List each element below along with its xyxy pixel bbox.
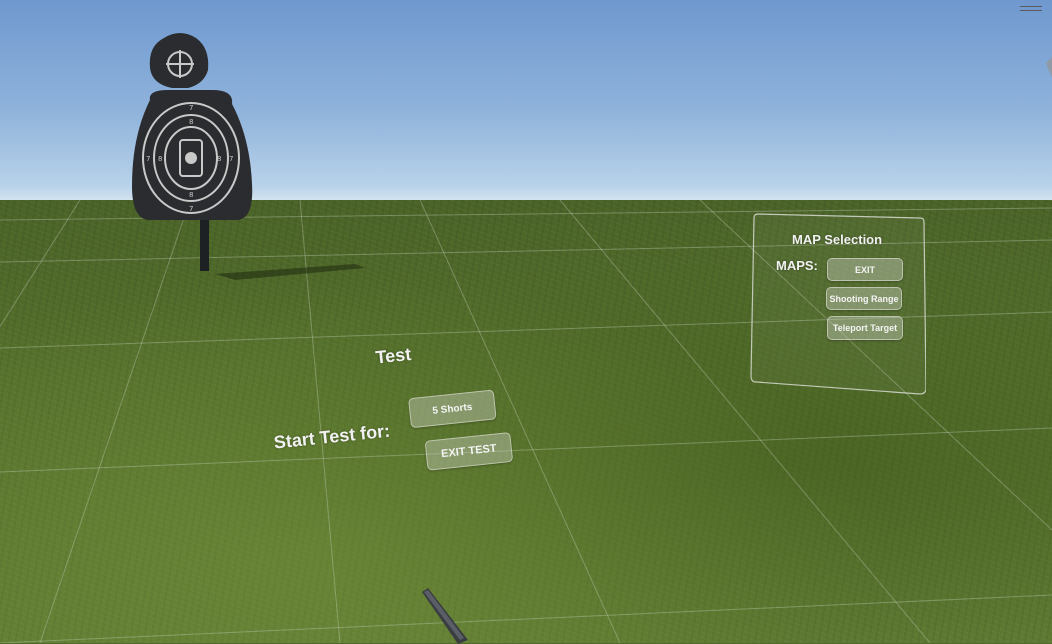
test-panel: Test Start Test for: 5 Shorts EXIT TEST bbox=[264, 324, 538, 500]
hamburger-menu-icon[interactable] bbox=[1020, 6, 1042, 14]
shooting-range-button[interactable]: Shooting Range bbox=[826, 287, 902, 310]
svg-text:8: 8 bbox=[217, 155, 221, 163]
svg-text:8: 8 bbox=[158, 155, 162, 163]
start-test-label: Start Test for: bbox=[272, 420, 392, 453]
map-exit-button[interactable]: EXIT bbox=[827, 258, 903, 281]
five-shots-button[interactable]: 5 Shorts bbox=[408, 389, 497, 429]
teleport-target-button[interactable]: Teleport Target bbox=[827, 316, 903, 340]
map-selection-title: MAP Selection bbox=[792, 232, 883, 247]
map-selection-panel: MAP Selection MAPS: EXIT Shooting Range … bbox=[750, 210, 926, 396]
svg-text:8: 8 bbox=[189, 118, 193, 126]
target-shadow bbox=[215, 264, 365, 280]
test-title: Test bbox=[374, 343, 413, 368]
svg-text:7: 7 bbox=[189, 104, 193, 112]
vr-controller-pointer bbox=[422, 588, 468, 644]
svg-text:7: 7 bbox=[189, 205, 193, 213]
svg-text:7: 7 bbox=[229, 155, 233, 163]
svg-text:7: 7 bbox=[146, 155, 150, 163]
shooting-target-icon[interactable]: 78 78 78 78 bbox=[128, 28, 254, 274]
svg-text:8: 8 bbox=[189, 191, 193, 199]
exit-test-button[interactable]: EXIT TEST bbox=[424, 431, 514, 471]
maps-label: MAPS: bbox=[776, 258, 818, 273]
edge-object bbox=[1046, 57, 1052, 77]
